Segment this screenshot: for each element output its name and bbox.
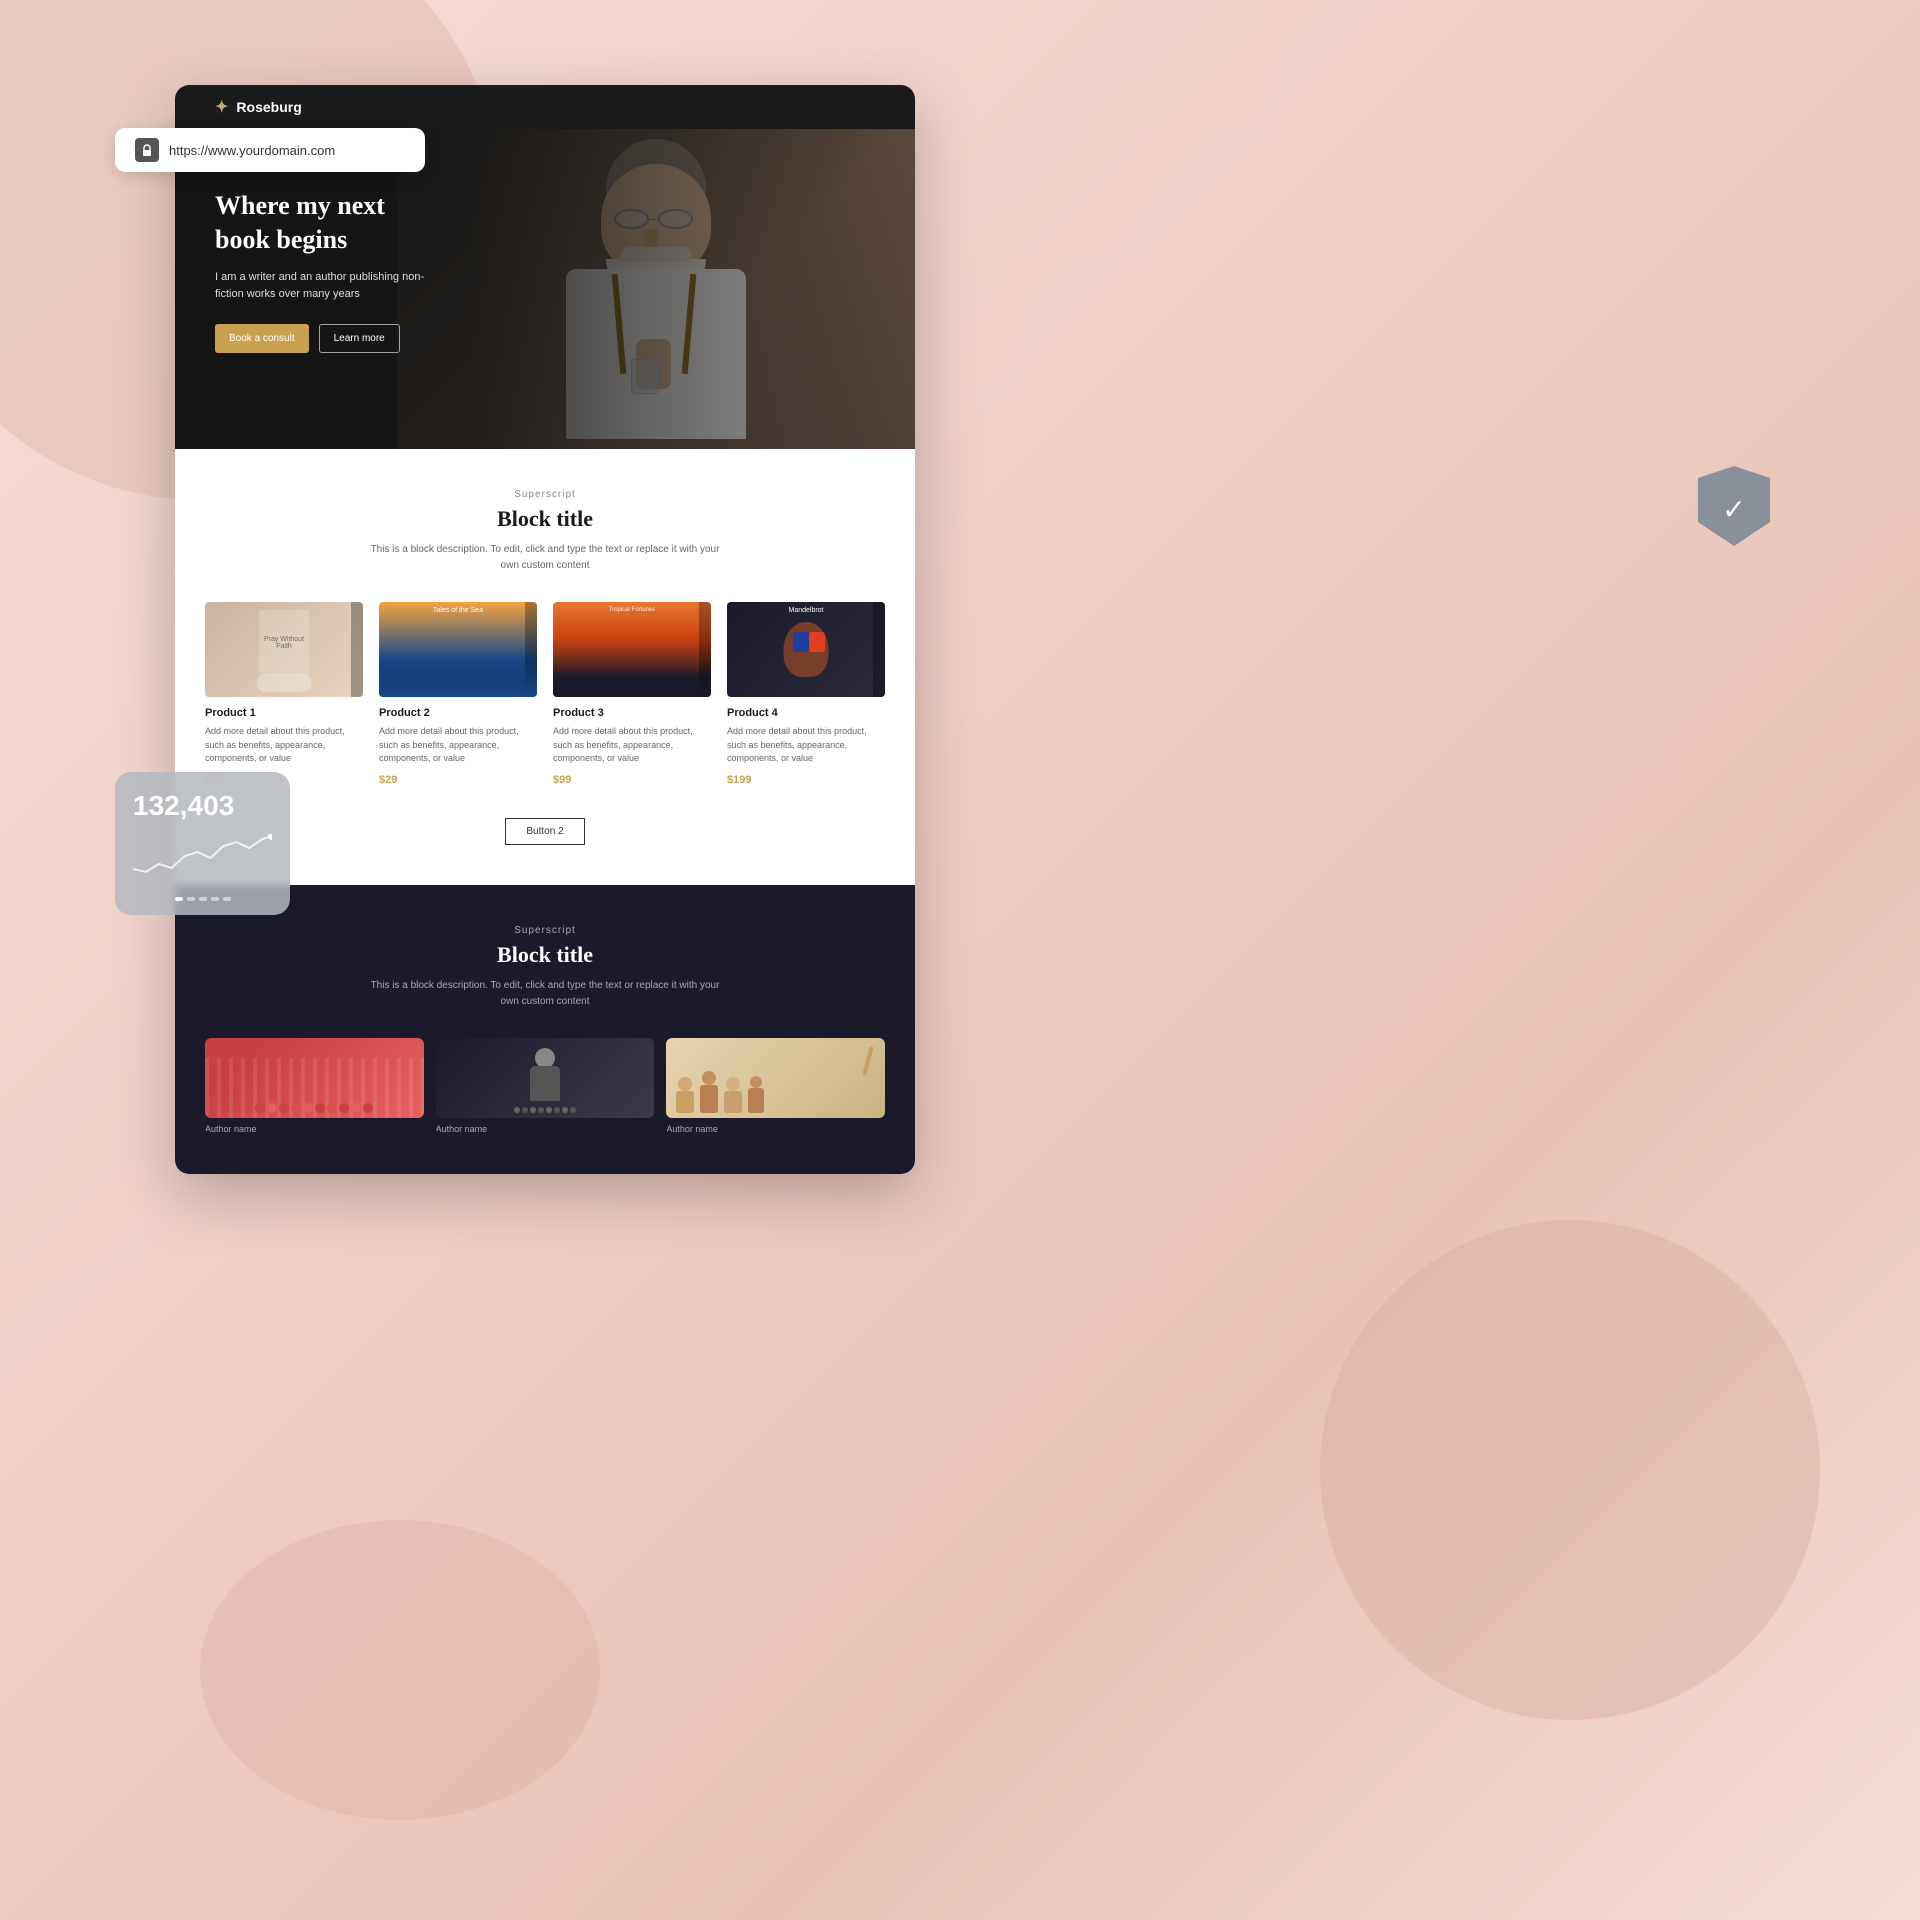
gallery-caption-2: Author name (436, 1124, 655, 1134)
products-description: This is a block description. To edit, cl… (365, 542, 725, 574)
lock-icon (135, 138, 159, 162)
url-bar[interactable]: https://www.yourdomain.com (115, 128, 425, 172)
stats-widget: 132,403 (115, 772, 290, 915)
bg-shape-2 (1320, 1220, 1820, 1720)
product-4-price: $199 (727, 774, 885, 786)
product-2-price: $29 (379, 774, 537, 786)
product-2-name: Product 2 (379, 707, 537, 719)
dark-title: Block title (205, 942, 885, 968)
product-card-3: Tropical Fortunes Product 3 Add more det… (553, 602, 711, 786)
dark-section: Superscript Block title This is a block … (175, 885, 915, 1174)
product-4-desc: Add more detail about this product, such… (727, 725, 885, 766)
stats-chart (133, 834, 272, 884)
products-grid: Pray Without Faith Product 1 Add more de… (205, 602, 885, 786)
product-2-desc: Add more detail about this product, such… (379, 725, 537, 766)
stats-dot (175, 897, 183, 901)
product-3-desc: Add more detail about this product, such… (553, 725, 711, 766)
book-cover-4: Mandelbrot (727, 602, 885, 697)
browser-frame: ✦ Roseburg (175, 85, 915, 1174)
stats-number: 132,403 (133, 790, 272, 822)
product-card-4: Mandelbrot Product 4 Add more detail abo… (727, 602, 885, 786)
url-text: https://www.yourdomain.com (169, 143, 335, 158)
book-cover-3: Tropical Fortunes (553, 602, 711, 697)
website: ✦ Roseburg (175, 85, 915, 1174)
hero-section: Where my next book begins I am a writer … (175, 129, 915, 449)
book-cover-1: Pray Without Faith (205, 602, 363, 697)
gallery-item-2: Author name (436, 1038, 655, 1134)
products-superscript: Superscript (205, 489, 885, 500)
stats-dot (199, 897, 207, 901)
check-icon: ✓ (1722, 493, 1745, 527)
gallery-item-3: Author name (666, 1038, 885, 1134)
gallery-caption-1: Author name (205, 1124, 424, 1134)
security-badge-shape: ✓ (1698, 466, 1770, 546)
navigation: ✦ Roseburg (175, 85, 915, 129)
hero-title: Where my next book begins (215, 189, 435, 257)
learn-more-button[interactable]: Learn more (319, 324, 400, 353)
product-1-desc: Add more detail about this product, such… (205, 725, 363, 766)
dark-description: This is a block description. To edit, cl… (365, 978, 725, 1010)
nav-logo: ✦ Roseburg (215, 97, 302, 117)
products-title: Block title (205, 506, 885, 532)
stats-dots (133, 897, 272, 901)
product-4-name: Product 4 (727, 707, 885, 719)
product-3-name: Product 3 (553, 707, 711, 719)
gallery-photo-1 (205, 1038, 424, 1118)
product-card-2: Tales of the Sea Product 2 Add more deta… (379, 602, 537, 786)
book-consult-button[interactable]: Book a consult (215, 324, 309, 353)
hero-subtitle: I am a writer and an author publishing n… (215, 269, 435, 304)
stats-dot (187, 897, 195, 901)
logo-icon: ✦ (215, 97, 228, 117)
book-spine (873, 602, 885, 697)
gallery-item-1: Author name (205, 1038, 424, 1134)
gallery-photo-2 (436, 1038, 655, 1118)
gallery-photo-3 (666, 1038, 885, 1118)
security-badge: ✓ (1698, 466, 1770, 546)
stats-dot (211, 897, 219, 901)
book-cover-2: Tales of the Sea (379, 602, 537, 697)
product-3-price: $99 (553, 774, 711, 786)
logo-text: Roseburg (236, 99, 301, 115)
book-water (379, 657, 537, 697)
gallery-caption-3: Author name (666, 1124, 885, 1134)
dark-superscript: Superscript (205, 925, 885, 936)
bg-shape-3 (200, 1520, 600, 1820)
stats-dot (223, 897, 231, 901)
button-2[interactable]: Button 2 (505, 818, 584, 845)
product-1-name: Product 1 (205, 707, 363, 719)
product-card-1: Pray Without Faith Product 1 Add more de… (205, 602, 363, 786)
hero-buttons: Book a consult Learn more (215, 324, 435, 353)
gallery-grid: Author name (205, 1038, 885, 1134)
book-spine (351, 602, 363, 697)
